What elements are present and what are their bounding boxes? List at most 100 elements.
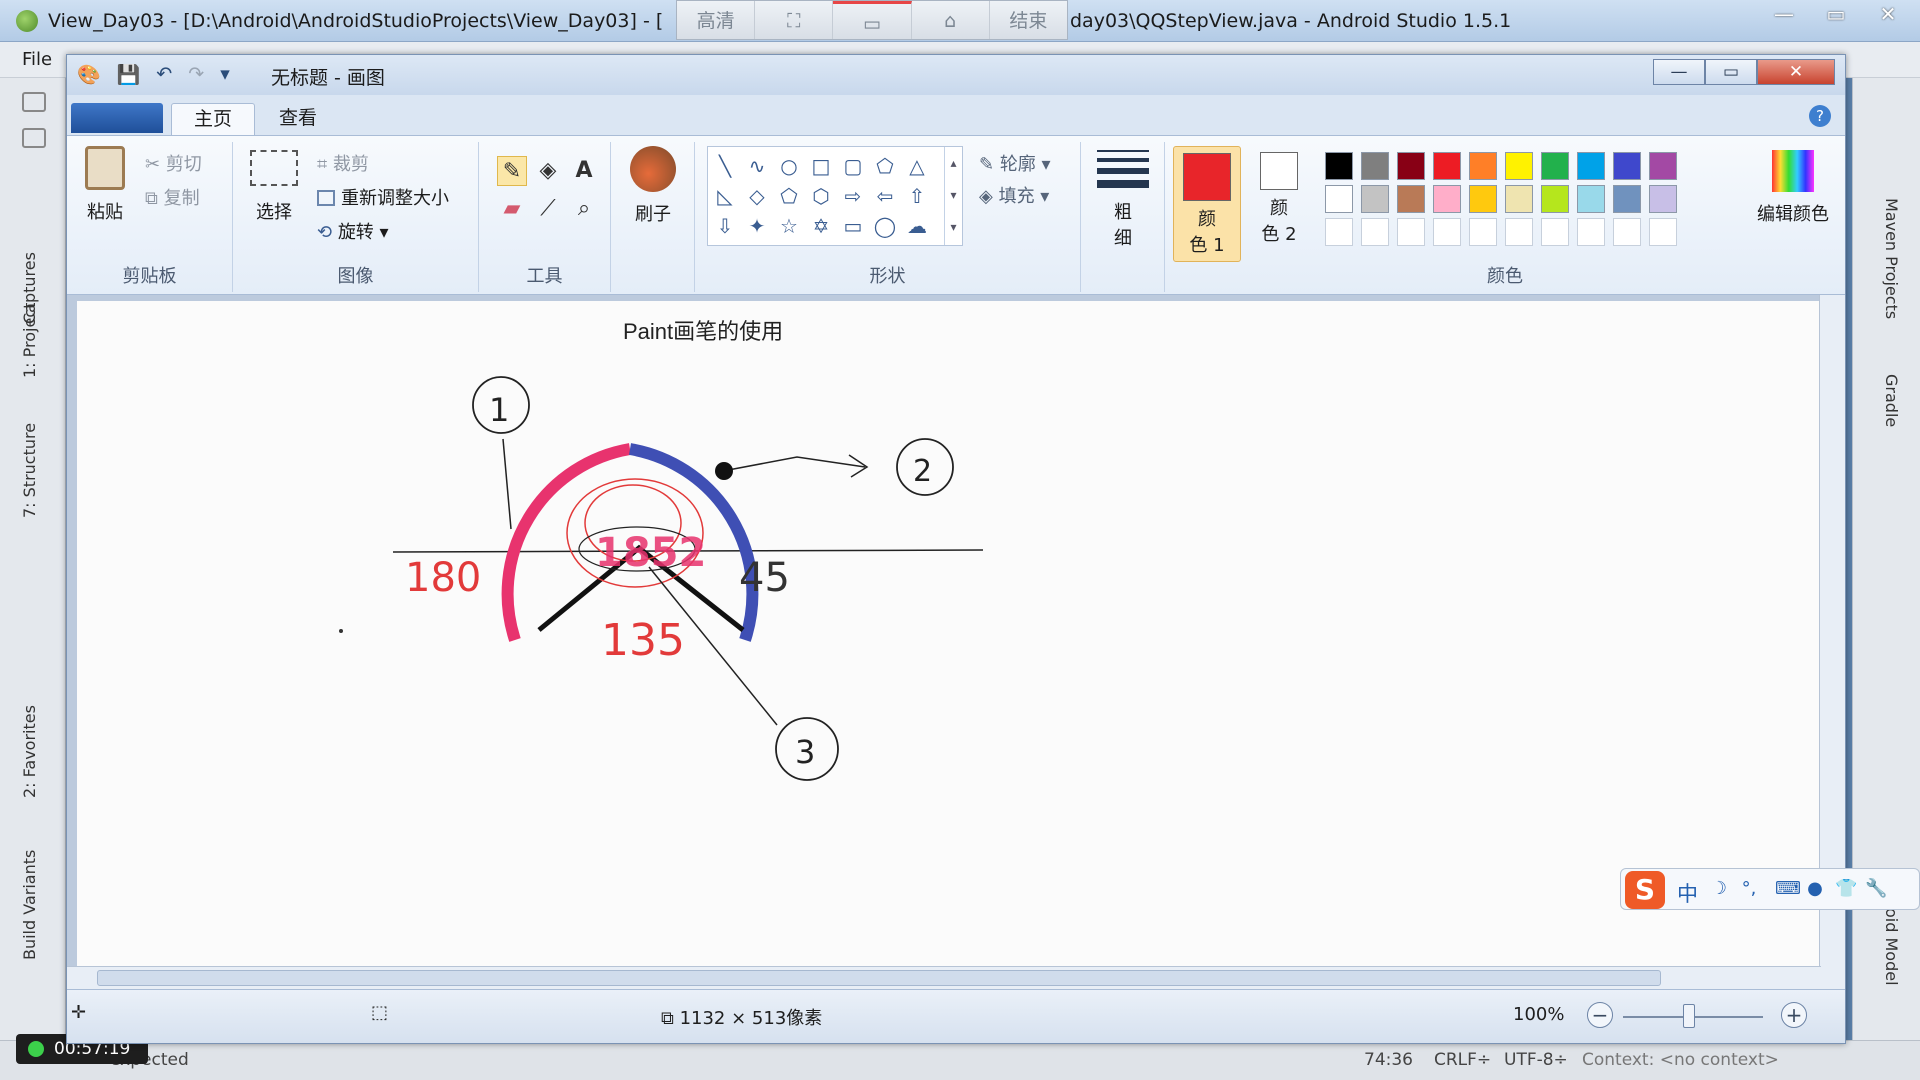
palette-swatch[interactable] [1397,152,1425,180]
tab-android-model[interactable]: oid Model [1882,908,1901,986]
palette-swatch[interactable] [1577,185,1605,213]
palette-swatch[interactable] [1505,218,1533,246]
select-button[interactable]: 选择 [243,150,305,224]
eraser-icon[interactable]: ▰ [497,194,527,224]
pencil-icon[interactable]: ✎ [497,156,527,186]
close-icon[interactable]: ✕ [1874,2,1902,26]
palette-swatch[interactable] [1469,152,1497,180]
recorder-home-button[interactable]: ⌂ [912,1,990,39]
text-tool-icon[interactable]: A [569,156,599,186]
pentagon-shape-icon[interactable]: ⬠ [776,183,802,209]
rounded-rectangle-shape-icon[interactable]: ▢ [840,153,866,179]
palette-swatch[interactable] [1361,218,1389,246]
triangle-shape-icon[interactable]: △ [904,153,930,179]
diamond-shape-icon[interactable]: ◇ [744,183,770,209]
palette-swatch[interactable] [1361,152,1389,180]
customize-dropdown-icon[interactable]: ▾ [220,63,230,86]
palette-swatch[interactable] [1325,152,1353,180]
line-separator[interactable]: CRLF÷ [1434,1050,1491,1070]
color2-button[interactable]: 颜 色 2 [1245,146,1313,262]
brushes-button[interactable]: 刷子 [623,146,683,226]
cut-button[interactable]: ✂ 剪切 [145,150,202,176]
tab-view[interactable]: 查看 [257,103,339,135]
palette-swatch[interactable] [1649,185,1677,213]
palette-swatch[interactable] [1469,218,1497,246]
rotate-button[interactable]: ⟲ 旋转 ▾ [317,218,389,244]
moon-icon[interactable]: ☽ [1709,879,1729,899]
paint-maximize-button[interactable]: ▭ [1705,59,1757,85]
sogou-logo-icon[interactable]: S [1625,871,1665,909]
folder-icon[interactable] [22,128,46,148]
magnifier-icon[interactable]: ⌕ [569,194,599,224]
palette-swatch[interactable] [1505,152,1533,180]
five-point-star-shape-icon[interactable]: ☆ [776,213,802,239]
rectangle-shape-icon[interactable]: □ [808,153,834,179]
caret-position[interactable]: 74:36 [1364,1050,1413,1070]
rect-callout-shape-icon[interactable]: ▭ [840,213,866,239]
tab-project[interactable]: 1: Project [20,303,39,378]
right-triangle-shape-icon[interactable]: ◺ [712,183,738,209]
recorder-hd-button[interactable]: 高清 [677,1,756,39]
paint-menu-button[interactable] [71,103,163,133]
palette-swatch[interactable] [1361,185,1389,213]
skin-icon[interactable]: 👕 [1835,879,1857,899]
palette-swatch[interactable] [1325,185,1353,213]
paint-close-button[interactable]: ✕ [1757,59,1835,85]
palette-swatch[interactable] [1433,218,1461,246]
settings-wrench-icon[interactable]: 🔧 [1865,879,1887,899]
recorder-region-button[interactable]: ⛶ [755,1,834,39]
fill-bucket-icon[interactable]: ◈ [533,156,563,186]
minimize-icon[interactable]: — [1770,2,1798,26]
palette-swatch[interactable] [1649,218,1677,246]
undo-icon[interactable]: ↶ [156,63,172,86]
four-point-star-shape-icon[interactable]: ✦ [744,213,770,239]
polygon-shape-icon[interactable]: ⬠ [872,153,898,179]
zoom-in-button[interactable]: + [1781,1002,1807,1028]
oval-callout-shape-icon[interactable]: ◯ [872,213,898,239]
recorder-window-button[interactable]: ▭ [833,1,912,39]
zoom-slider-thumb[interactable] [1683,1004,1695,1028]
zoom-out-button[interactable]: − [1587,1002,1613,1028]
maximize-icon[interactable]: ▭ [1822,2,1850,26]
hscroll-thumb[interactable] [97,970,1661,986]
six-point-star-shape-icon[interactable]: ✡ [808,213,834,239]
palette-swatch[interactable] [1541,218,1569,246]
gallery-scroll[interactable]: ▴ ▾ ▾ [944,147,962,245]
edit-colors-button[interactable]: 编辑颜色 [1751,150,1835,226]
palette-swatch[interactable] [1613,185,1641,213]
tab-build-variants[interactable]: Build Variants [20,850,39,960]
canvas-horizontal-scrollbar[interactable] [67,966,1821,990]
size-button[interactable]: 粗 细 [1093,146,1153,250]
palette-swatch[interactable] [1505,185,1533,213]
menu-file[interactable]: File [22,49,52,70]
help-icon[interactable]: ? [1809,105,1831,127]
crop-button[interactable]: ⌗ 裁剪 [317,150,369,176]
palette-swatch[interactable] [1541,185,1569,213]
tab-maven-projects[interactable]: Maven Projects [1882,198,1901,319]
line-shape-icon[interactable]: ╲ [712,153,738,179]
left-arrow-shape-icon[interactable]: ⇦ [872,183,898,209]
palette-swatch[interactable] [1577,218,1605,246]
oval-shape-icon[interactable]: ○ [776,153,802,179]
folder-icon[interactable] [22,92,46,112]
down-arrow-shape-icon[interactable]: ⇩ [712,213,738,239]
tab-favorites[interactable]: 2: Favorites [20,705,39,798]
curve-shape-icon[interactable]: ∿ [744,153,770,179]
color1-button[interactable]: 颜 色 1 [1173,146,1241,262]
copy-button[interactable]: ⧉ 复制 [145,184,200,210]
user-icon[interactable]: ● [1805,879,1825,899]
right-arrow-shape-icon[interactable]: ⇨ [840,183,866,209]
palette-swatch[interactable] [1433,185,1461,213]
cloud-callout-shape-icon[interactable]: ☁ [904,213,930,239]
resize-button[interactable]: 重新调整大小 [317,184,449,210]
tab-gradle[interactable]: Gradle [1882,374,1901,427]
ime-mode[interactable]: 中 [1677,878,1698,908]
hexagon-shape-icon[interactable]: ⬡ [808,183,834,209]
palette-swatch[interactable] [1649,152,1677,180]
palette-swatch[interactable] [1397,218,1425,246]
palette-swatch[interactable] [1613,152,1641,180]
punctuation-icon[interactable]: °, [1739,879,1759,899]
keyboard-icon[interactable]: ⌨ [1775,879,1801,899]
paint-minimize-button[interactable]: — [1653,59,1705,85]
palette-swatch[interactable] [1325,218,1353,246]
